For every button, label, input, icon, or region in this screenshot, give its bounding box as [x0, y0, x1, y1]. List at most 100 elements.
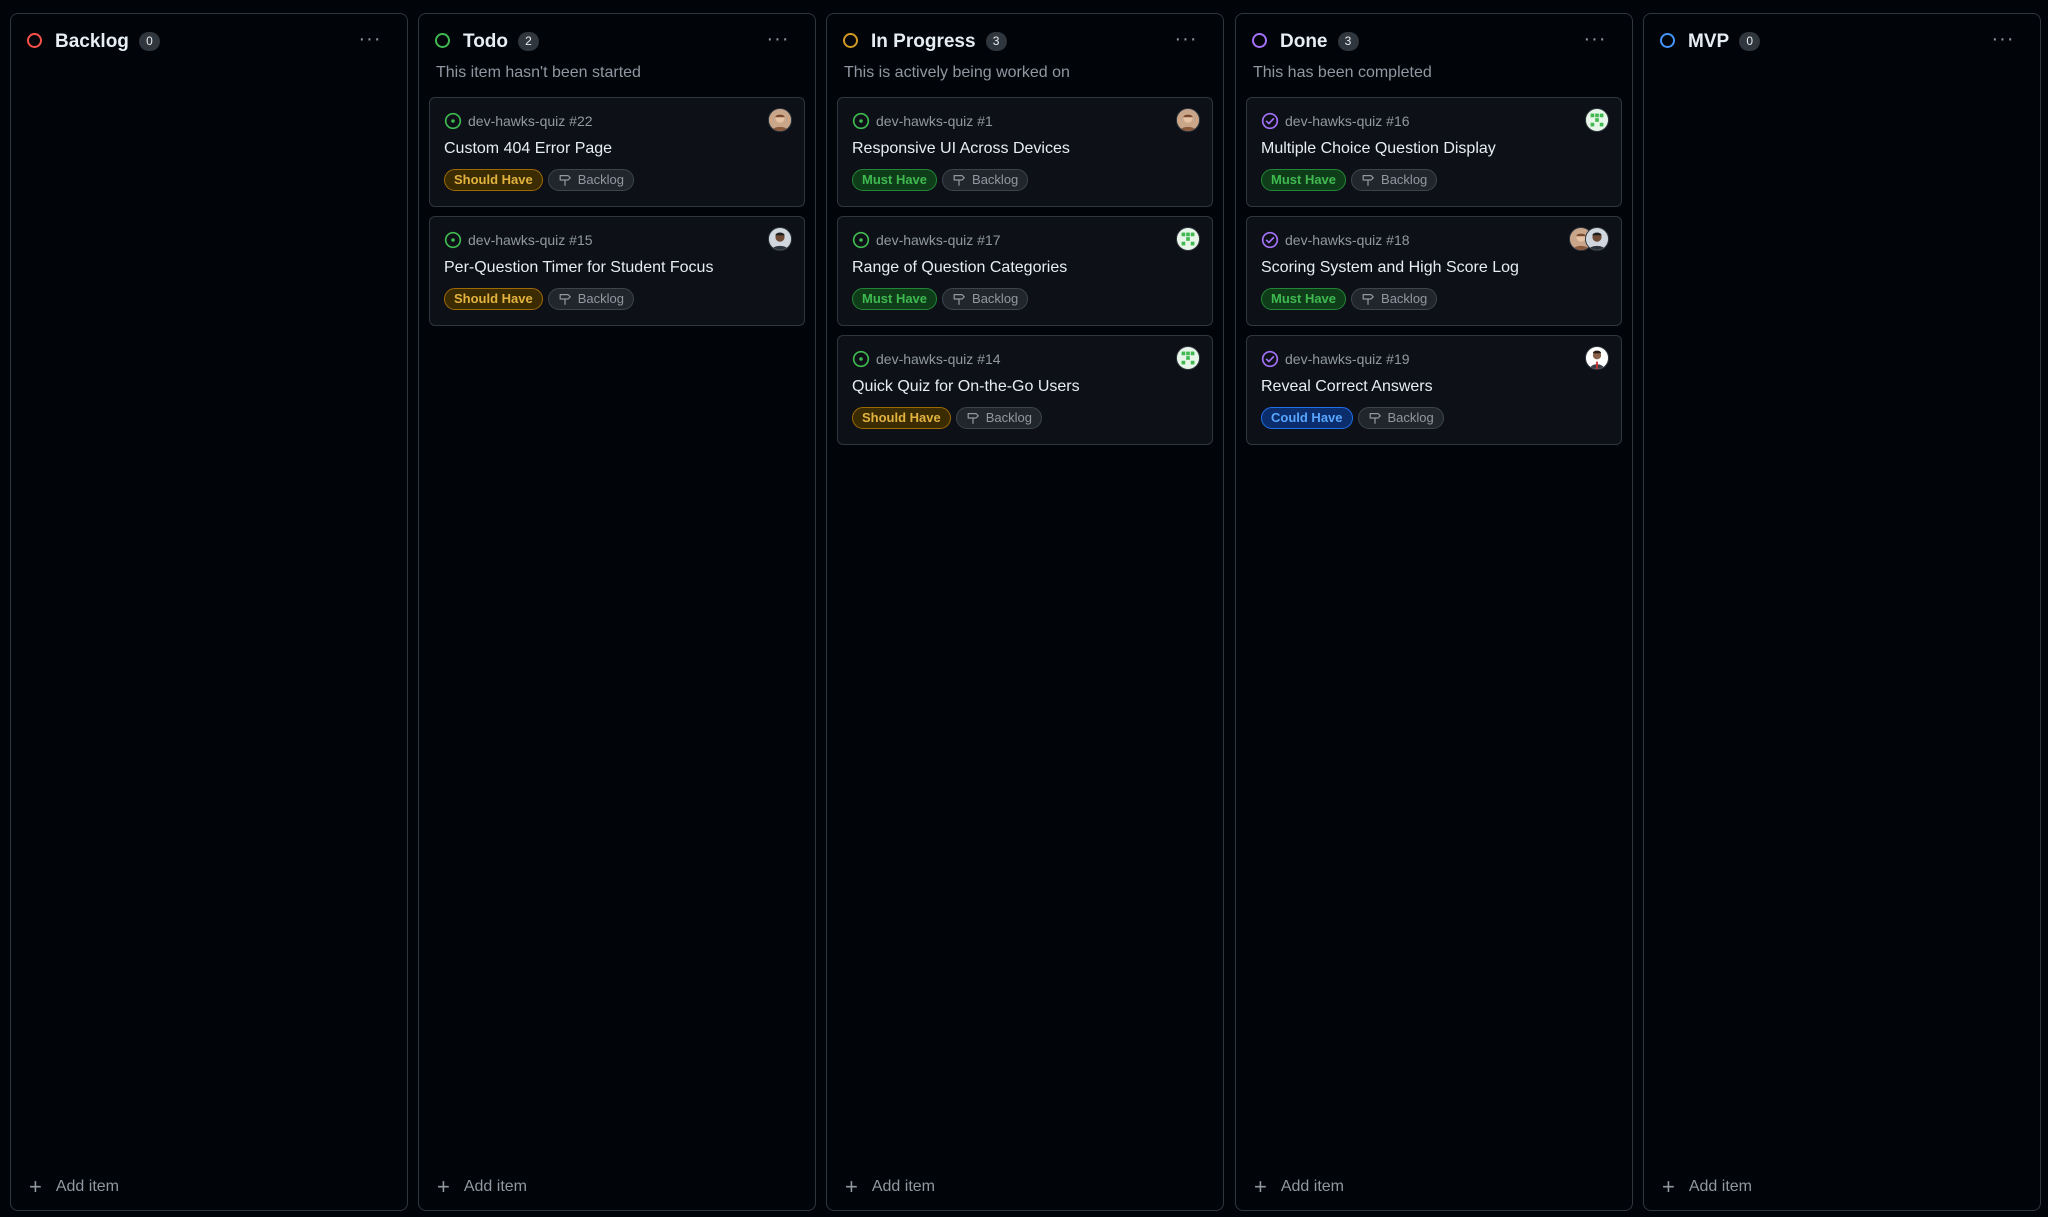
- issue-card[interactable]: dev-hawks-quiz #17 Range of Question Cate…: [837, 216, 1213, 326]
- status-circle-icon: [27, 33, 42, 48]
- column-more-options-icon[interactable]: ···: [1173, 29, 1199, 49]
- column-more-options-icon[interactable]: ···: [1582, 29, 1608, 49]
- milestone-label[interactable]: Backlog: [547, 169, 634, 191]
- milestone-label[interactable]: Backlog: [955, 407, 1042, 429]
- column-title: Backlog 0: [55, 30, 160, 54]
- column-header: Backlog 0 ···: [11, 14, 407, 104]
- issue-reference[interactable]: dev-hawks-quiz #17: [852, 230, 1001, 250]
- assignee-avatars[interactable]: [768, 108, 792, 132]
- issue-title[interactable]: Custom 404 Error Page: [444, 138, 612, 160]
- plus-icon: +: [1662, 1174, 1675, 1199]
- add-item-button[interactable]: + Add item: [29, 1174, 119, 1200]
- avatar[interactable]: [1176, 227, 1200, 251]
- issue-card[interactable]: dev-hawks-quiz #18 Scoring System and Hig…: [1246, 216, 1622, 326]
- issue-reference[interactable]: dev-hawks-quiz #22: [444, 111, 593, 131]
- column-done: Done 3 This has been completed ··· dev-hawks…: [1235, 13, 1633, 1211]
- milestone-text: Backlog: [577, 172, 624, 187]
- item-count-badge: 0: [138, 32, 160, 51]
- status-circle-icon: [1660, 33, 1675, 48]
- column-title: Todo 2: [463, 30, 540, 54]
- issue-reference[interactable]: dev-hawks-quiz #15: [444, 230, 593, 250]
- card-labels: Must Have Backlog: [1261, 288, 1438, 310]
- milestone-label[interactable]: Backlog: [942, 169, 1029, 191]
- issue-card[interactable]: dev-hawks-quiz #16 Multiple Choice Questi…: [1246, 97, 1622, 207]
- avatar[interactable]: [1585, 346, 1609, 370]
- add-item-label: Add item: [1688, 1178, 1752, 1195]
- priority-label[interactable]: Could Have: [1261, 407, 1353, 429]
- priority-label[interactable]: Must Have: [1261, 288, 1347, 310]
- issue-repo-number: dev-hawks-quiz #17: [876, 232, 1001, 248]
- assignee-avatars[interactable]: [1585, 346, 1609, 370]
- assignee-avatars[interactable]: [1585, 108, 1609, 132]
- priority-label[interactable]: Must Have: [852, 288, 938, 310]
- priority-label[interactable]: Should Have: [444, 288, 543, 310]
- add-item-button[interactable]: + Add item: [1662, 1174, 1752, 1200]
- priority-label[interactable]: Should Have: [444, 169, 543, 191]
- issue-title[interactable]: Quick Quiz for On-the-Go Users: [852, 376, 1080, 398]
- open-issue-icon: [852, 231, 870, 249]
- avatar[interactable]: [768, 227, 792, 251]
- column-more-options-icon[interactable]: ···: [1990, 29, 2016, 49]
- card-list: dev-hawks-quiz #1 Responsive UI Across De…: [837, 97, 1213, 454]
- issue-reference[interactable]: dev-hawks-quiz #19: [1261, 349, 1410, 369]
- issue-card[interactable]: dev-hawks-quiz #19 Reveal Correct Answers…: [1246, 335, 1622, 445]
- issue-card[interactable]: dev-hawks-quiz #1 Responsive UI Across De…: [837, 97, 1213, 207]
- milestone-label[interactable]: Backlog: [1351, 288, 1438, 310]
- closed-issue-icon: [1261, 231, 1279, 249]
- issue-title[interactable]: Reveal Correct Answers: [1261, 376, 1433, 398]
- issue-reference[interactable]: dev-hawks-quiz #14: [852, 349, 1001, 369]
- issue-title[interactable]: Responsive UI Across Devices: [852, 138, 1070, 160]
- avatar[interactable]: [768, 108, 792, 132]
- add-item-button[interactable]: + Add item: [1254, 1174, 1344, 1200]
- column-in-progress: In Progress 3 This is actively being worke…: [826, 13, 1224, 1211]
- assignee-avatars[interactable]: [1176, 227, 1200, 251]
- add-item-label: Add item: [55, 1178, 119, 1195]
- open-issue-icon: [852, 112, 870, 130]
- assignee-avatars[interactable]: [1569, 227, 1609, 251]
- open-issue-icon: [444, 231, 462, 249]
- assignee-avatars[interactable]: [768, 227, 792, 251]
- card-list: dev-hawks-quiz #16 Multiple Choice Questi…: [1246, 97, 1622, 454]
- priority-label[interactable]: Should Have: [852, 407, 951, 429]
- priority-label[interactable]: Must Have: [852, 169, 938, 191]
- issue-title[interactable]: Multiple Choice Question Display: [1261, 138, 1496, 160]
- milestone-label[interactable]: Backlog: [1351, 169, 1438, 191]
- avatar[interactable]: [1585, 227, 1609, 251]
- issue-reference[interactable]: dev-hawks-quiz #16: [1261, 111, 1410, 131]
- issue-card[interactable]: dev-hawks-quiz #14 Quick Quiz for On-the-…: [837, 335, 1213, 445]
- issue-title[interactable]: Per-Question Timer for Student Focus: [444, 257, 713, 279]
- issue-card[interactable]: dev-hawks-quiz #22 Custom 404 Error Page S…: [429, 97, 805, 207]
- issue-title[interactable]: Scoring System and High Score Log: [1261, 257, 1519, 279]
- milestone-icon: [952, 173, 966, 187]
- issue-repo-number: dev-hawks-quiz #14: [876, 351, 1001, 367]
- issue-repo-number: dev-hawks-quiz #15: [468, 232, 593, 248]
- add-item-button[interactable]: + Add item: [845, 1174, 935, 1200]
- milestone-label[interactable]: Backlog: [942, 288, 1029, 310]
- column-header: MVP 0 ···: [1644, 14, 2040, 104]
- column-more-options-icon[interactable]: ···: [357, 29, 383, 49]
- issue-repo-number: dev-hawks-quiz #1: [876, 113, 993, 129]
- avatar[interactable]: [1176, 346, 1200, 370]
- issue-card[interactable]: dev-hawks-quiz #15 Per-Question Timer for…: [429, 216, 805, 326]
- add-item-button[interactable]: + Add item: [437, 1174, 527, 1200]
- issue-reference[interactable]: dev-hawks-quiz #1: [852, 111, 993, 131]
- avatar[interactable]: [1585, 108, 1609, 132]
- assignee-avatars[interactable]: [1176, 346, 1200, 370]
- card-labels: Must Have Backlog: [852, 288, 1029, 310]
- milestone-text: Backlog: [972, 172, 1019, 187]
- milestone-icon: [1368, 411, 1382, 425]
- add-item-label: Add item: [463, 1178, 527, 1195]
- issue-repo-number: dev-hawks-quiz #18: [1285, 232, 1410, 248]
- add-item-label: Add item: [1280, 1178, 1344, 1195]
- milestone-label[interactable]: Backlog: [547, 288, 634, 310]
- priority-label[interactable]: Must Have: [1261, 169, 1347, 191]
- column-title-text: Todo: [463, 31, 509, 52]
- milestone-label[interactable]: Backlog: [1357, 407, 1444, 429]
- avatar[interactable]: [1176, 108, 1200, 132]
- milestone-icon: [1361, 173, 1375, 187]
- milestone-text: Backlog: [1381, 291, 1428, 306]
- issue-title[interactable]: Range of Question Categories: [852, 257, 1067, 279]
- issue-reference[interactable]: dev-hawks-quiz #18: [1261, 230, 1410, 250]
- column-more-options-icon[interactable]: ···: [765, 29, 791, 49]
- assignee-avatars[interactable]: [1176, 108, 1200, 132]
